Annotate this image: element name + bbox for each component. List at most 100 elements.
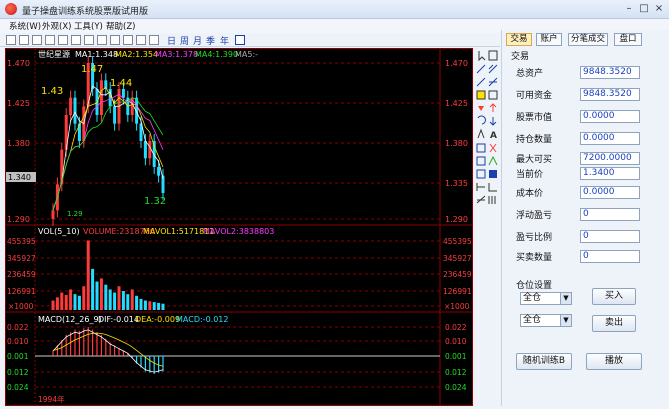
grid-tool-icon[interactable]	[476, 90, 486, 100]
down-arrow-icon[interactable]	[478, 106, 484, 111]
sell-position-select[interactable]: 全仓 ▼	[520, 314, 572, 327]
tab-orderbook[interactable]: 盘口	[614, 33, 642, 46]
fill-tool-icon[interactable]	[489, 170, 497, 178]
tab-account[interactable]: 账户	[536, 33, 562, 46]
tab-ticks[interactable]: 分笔成交	[568, 33, 608, 46]
vol-unit-r: ×1000	[444, 302, 470, 311]
vlines-tool-icon[interactable]	[488, 196, 496, 204]
volume-bar	[126, 294, 130, 310]
volume-bar	[86, 240, 90, 310]
close-button[interactable]: ×	[652, 3, 666, 15]
ray-tool-icon[interactable]	[476, 77, 486, 87]
arc-tool-icon[interactable]	[477, 115, 486, 125]
delete-tool-icon[interactable]	[489, 143, 497, 153]
minimize-button[interactable]: –	[622, 3, 636, 15]
label-trade-qty: 买卖数量	[516, 253, 553, 263]
vol-tick-1: 455395	[7, 237, 36, 246]
tool-icon-11[interactable]	[136, 35, 146, 45]
tool-icon-1[interactable]	[6, 35, 16, 45]
macd-axis: 0.022 0.010 0.001 0.012 0.024 0.022 0.01…	[7, 323, 467, 404]
hline-tool-icon[interactable]	[476, 183, 485, 191]
ma4-label: MA4:1.390	[195, 50, 238, 59]
menu-appearance[interactable]: 外观(X)	[42, 20, 71, 32]
volume-bar	[91, 268, 95, 310]
macd-tick-r1: 0.022	[445, 323, 467, 332]
tool-icon-8[interactable]	[97, 35, 107, 45]
app-icon	[5, 3, 17, 15]
price-tick-2: 1.425	[7, 99, 30, 108]
field-total-assets[interactable]: 9848.3520	[580, 66, 640, 79]
maximize-button[interactable]: □	[637, 3, 651, 15]
channel-tool-icon[interactable]	[488, 64, 498, 74]
layout-tool-icon[interactable]	[476, 169, 486, 179]
tool-icon-2[interactable]	[19, 35, 29, 45]
field-max-buy[interactable]: 7200.0000	[580, 152, 640, 165]
stock-chart[interactable]: 世纪星源 MA1:1.348 MA2:1.354 MA3:1.378 MA4:1…	[5, 48, 473, 406]
play-button[interactable]: 播放	[586, 353, 642, 370]
random-train-button[interactable]: 随机训练B	[516, 353, 572, 370]
macd-tick-r5: 0.024	[445, 383, 467, 392]
bars-icon[interactable]	[488, 50, 498, 61]
field-market-value[interactable]: 0.0000	[580, 110, 640, 123]
price-tick-5: 1.290	[7, 215, 30, 224]
buy-button[interactable]: 买入	[592, 288, 636, 305]
rect-tool-icon[interactable]	[488, 90, 498, 100]
up-arrow-icon[interactable]	[489, 103, 497, 112]
tool-icon-7[interactable]	[84, 35, 94, 45]
tab-trade[interactable]: 交易	[506, 33, 532, 46]
wave-tool-icon[interactable]	[488, 155, 498, 166]
toolbar: 日 周 月 季 年	[0, 33, 500, 47]
field-pnl-ratio[interactable]: 0	[580, 230, 640, 243]
label-market-value: 股票市值	[516, 113, 553, 123]
label-pnl-ratio: 盈亏比例	[516, 233, 553, 243]
period-quarter[interactable]: 季	[206, 34, 215, 47]
annotation-high: 1.47	[81, 64, 103, 75]
candle-body	[121, 89, 125, 98]
label-total-assets: 总资产	[516, 69, 544, 79]
tool-icon-3[interactable]	[32, 35, 42, 45]
title-bar: 量子操盘训练系统股票版试用版 – □ ×	[0, 0, 669, 19]
field-holdings[interactable]: 0.0000	[580, 132, 640, 145]
period-tool-icon[interactable]	[476, 143, 486, 153]
volume-bar	[77, 295, 81, 310]
field-trade-qty[interactable]: 0	[580, 250, 640, 263]
volume-bar	[152, 302, 156, 310]
axis-tool-icon[interactable]	[488, 183, 497, 192]
text-tool-icon[interactable]: A	[490, 131, 497, 141]
menu-system[interactable]: 系统(W)	[9, 20, 41, 32]
volume-bar	[108, 289, 112, 310]
box-tool-icon[interactable]	[476, 156, 486, 166]
arrow-down-tool-icon[interactable]	[489, 117, 497, 126]
field-cost-price[interactable]: 0.0000	[580, 186, 640, 199]
period-month[interactable]: 月	[193, 34, 202, 47]
tool-icon-12[interactable]	[149, 35, 159, 45]
sell-button[interactable]: 卖出	[592, 315, 636, 332]
menu-help[interactable]: 帮助(Z)	[106, 20, 135, 32]
tool-icon-9[interactable]	[110, 35, 120, 45]
period-day[interactable]: 日	[167, 34, 176, 47]
line-tool-icon[interactable]	[476, 64, 486, 74]
tool-icon-6[interactable]	[71, 35, 81, 45]
period-year[interactable]: 年	[220, 34, 229, 47]
slope-tool-icon[interactable]	[476, 195, 486, 204]
cursor-icon[interactable]	[478, 51, 486, 62]
volume-bar	[113, 292, 117, 310]
label-holdings: 持仓数量	[516, 135, 553, 145]
tool-icon-10[interactable]	[123, 35, 133, 45]
menu-tools[interactable]: 工具(Y)	[74, 20, 103, 32]
tool-icon-4[interactable]	[45, 35, 55, 45]
field-available-cash[interactable]: 9848.3520	[580, 88, 640, 101]
date-label: 1994年	[38, 394, 65, 404]
buy-position-select[interactable]: 全仓 ▼	[520, 292, 572, 305]
tool-icon-5[interactable]	[58, 35, 68, 45]
indicator-icon[interactable]	[235, 35, 245, 45]
field-current-price[interactable]: 1.3400	[580, 167, 640, 180]
macd-tick-r3: 0.001	[445, 352, 467, 361]
price-tick-r4: 1.335	[445, 179, 468, 188]
fan-tool-icon[interactable]	[488, 77, 498, 87]
field-floating-pnl[interactable]: 0	[580, 208, 640, 221]
macd-tick-2: 0.010	[7, 337, 29, 346]
macd-title: MACD(12_26_9)	[38, 315, 102, 324]
angle-tool-icon[interactable]	[477, 128, 485, 139]
period-week[interactable]: 周	[180, 34, 189, 47]
